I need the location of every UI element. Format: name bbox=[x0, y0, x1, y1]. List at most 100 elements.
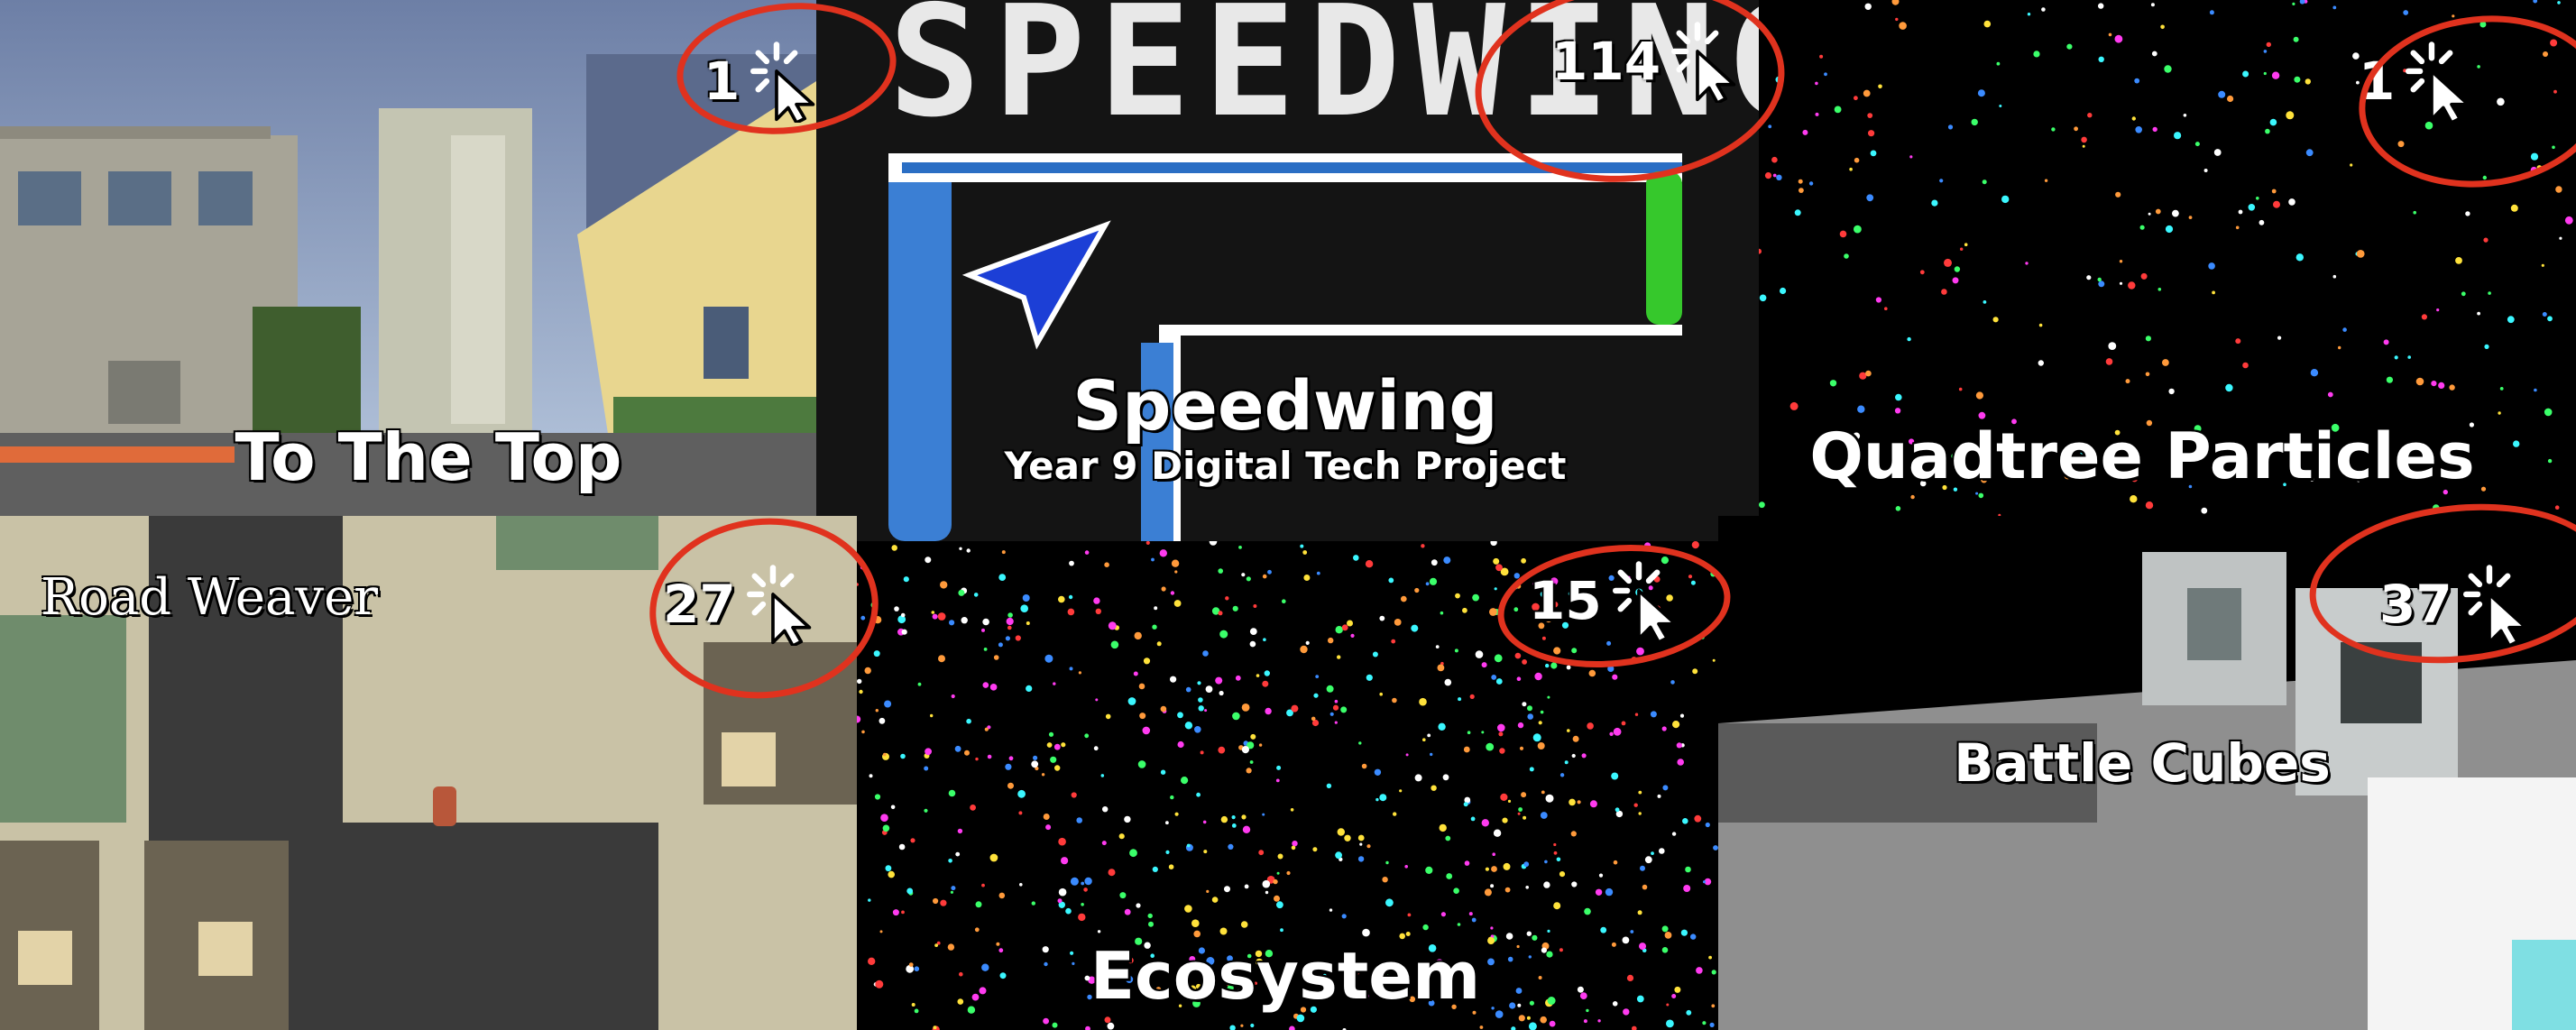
particle-dot bbox=[1794, 209, 1801, 216]
particle-dot bbox=[1907, 336, 1911, 342]
particle-dot bbox=[1511, 1026, 1516, 1030]
particle-dot bbox=[1328, 637, 1334, 644]
particle-dot bbox=[1640, 865, 1645, 871]
particle-dot bbox=[1559, 773, 1565, 777]
particle-dot bbox=[1203, 850, 1208, 854]
particle-dot bbox=[1379, 794, 1387, 802]
particle-dot bbox=[1487, 958, 1495, 966]
particle-dot bbox=[2135, 126, 2142, 133]
particle-dot bbox=[908, 962, 914, 967]
particle-dot bbox=[1015, 635, 1021, 641]
particle-dot bbox=[1362, 928, 1370, 937]
particle-dot bbox=[2310, 369, 2319, 377]
particle-dot bbox=[1711, 970, 1716, 975]
particle-dot bbox=[1682, 818, 1688, 824]
particle-dot bbox=[1133, 671, 1138, 676]
particle-dot bbox=[1276, 765, 1282, 770]
particle-dot bbox=[892, 909, 899, 916]
particle-dot bbox=[861, 730, 865, 734]
particle-dot bbox=[1241, 573, 1246, 577]
particle-dot bbox=[957, 828, 963, 834]
particle-dot bbox=[982, 618, 989, 626]
particle-dot bbox=[1185, 686, 1191, 693]
particle-dot bbox=[950, 890, 953, 894]
particle-dot bbox=[1540, 710, 1544, 714]
particle-dot bbox=[1219, 927, 1228, 935]
particle-dot bbox=[1405, 753, 1409, 757]
particle-dot bbox=[1485, 867, 1489, 871]
particle-dot bbox=[2559, 236, 2562, 240]
particle-dot bbox=[898, 843, 906, 851]
particle-dot bbox=[1152, 624, 1157, 630]
particle-dot bbox=[1519, 746, 1524, 750]
particle-dot bbox=[951, 886, 956, 891]
particle-dot bbox=[1311, 716, 1316, 722]
particle-dot bbox=[2145, 372, 2150, 377]
particle-dot bbox=[1659, 848, 1665, 854]
particle-dot bbox=[1891, 0, 1900, 5]
particle-dot bbox=[1053, 743, 1061, 750]
particle-dot bbox=[1005, 636, 1010, 641]
particle-dot bbox=[987, 754, 992, 759]
particle-dot bbox=[1500, 793, 1508, 801]
particle-dot bbox=[2041, 7, 2046, 12]
particle-dot bbox=[925, 556, 932, 564]
particle-dot bbox=[1444, 678, 1452, 686]
particle-dot bbox=[2139, 225, 2145, 230]
particle-dot bbox=[1277, 853, 1283, 860]
particle-dot bbox=[1528, 1022, 1537, 1030]
particle-dot bbox=[879, 717, 886, 724]
particle-dot bbox=[1076, 817, 1082, 823]
particle-dot bbox=[1218, 746, 1226, 754]
particle-dot bbox=[1632, 1025, 1637, 1030]
particle-dot bbox=[1357, 856, 1365, 862]
particle-dot bbox=[1983, 20, 1992, 28]
particle-dot bbox=[1481, 819, 1489, 827]
particle-dot bbox=[1104, 562, 1109, 567]
particle-dot bbox=[1084, 975, 1090, 981]
particle-dot bbox=[1341, 624, 1348, 631]
particle-dot bbox=[1650, 711, 1657, 718]
particle-dot bbox=[1430, 752, 1433, 757]
particle-dot bbox=[1547, 997, 1556, 1005]
particle-dot bbox=[1952, 277, 1959, 284]
particle-dot bbox=[1569, 798, 1576, 806]
particle-dot bbox=[2455, 257, 2462, 264]
particle-dot bbox=[1484, 888, 1492, 897]
particle-dot bbox=[1694, 814, 1702, 823]
particle-dot bbox=[1764, 172, 1772, 179]
particle-dot bbox=[2510, 204, 2518, 212]
particle-dot bbox=[1156, 641, 1162, 647]
particle-dot bbox=[1231, 815, 1236, 820]
particle-dot bbox=[2188, 216, 2193, 220]
particle-dot bbox=[1265, 707, 1272, 715]
particle-dot bbox=[1532, 934, 1538, 941]
particle-dot bbox=[1661, 925, 1669, 933]
particle-dot bbox=[2119, 260, 2123, 263]
particle-dot bbox=[1677, 759, 1684, 766]
particle-dot bbox=[1467, 731, 1471, 734]
particle-dot bbox=[1696, 967, 1703, 974]
particle-dot bbox=[1674, 986, 1681, 993]
particle-dot bbox=[1305, 640, 1310, 645]
particle-dot bbox=[1772, 173, 1777, 178]
particle-dot bbox=[2295, 253, 2304, 262]
particle-dot bbox=[1545, 794, 1554, 803]
particle-dot bbox=[2356, 250, 2365, 258]
particle-dot bbox=[2145, 336, 2151, 342]
particle-dot bbox=[2074, 126, 2078, 132]
particle-dot bbox=[2213, 149, 2222, 156]
particle-dot bbox=[2212, 290, 2215, 295]
particle-dot bbox=[1197, 681, 1201, 685]
particle-dot bbox=[1148, 921, 1154, 927]
particle-dot bbox=[1540, 1016, 1547, 1024]
particle-dot bbox=[1676, 742, 1682, 749]
particle-dot bbox=[2033, 51, 2040, 58]
particle-dot bbox=[1538, 976, 1542, 979]
particle-dot bbox=[1312, 847, 1318, 852]
particle-dot bbox=[1193, 930, 1201, 938]
particle-dot bbox=[2265, 128, 2270, 134]
particle-dot bbox=[2235, 225, 2240, 230]
particle-dot bbox=[1139, 713, 1146, 720]
particle-dot bbox=[1691, 541, 1699, 549]
